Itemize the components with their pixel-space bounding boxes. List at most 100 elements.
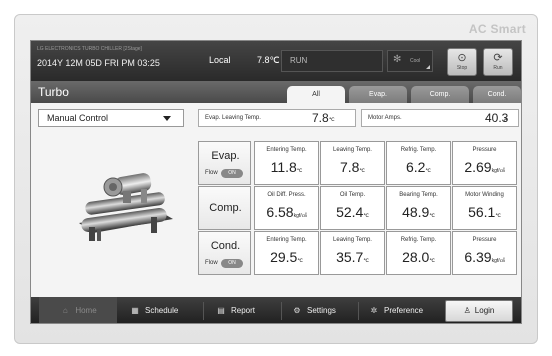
sensor-tile: Motor Winding 56.1℃ [452,186,517,230]
operation-mode-label: Cool [410,58,421,64]
comp-group-label[interactable]: Comp. [198,186,251,230]
settings-icon: ⚙ [293,306,301,315]
run-button[interactable]: ⟳ Run [483,48,513,76]
nav-report-label: Report [231,306,256,315]
chevron-down-icon [163,116,171,121]
sensor-unit: ℃ [363,258,369,264]
sensor-label: Refrig. Temp. [400,147,437,153]
readout-unit: ℃ [329,117,335,123]
sensor-reading: 2.69kgf/㎠ [453,159,516,177]
flow-label: Flow [205,260,218,266]
sensor-label: Entering Temp. [266,147,307,153]
group-name: Cond. [210,240,241,252]
flow-label: Flow [205,170,218,176]
sensor-label: Bearing Temp. [399,192,438,198]
corner-marker [426,65,430,69]
sensor-value: 29.5 [270,249,298,265]
nav-home-label: Home [75,306,97,315]
date-time: 2014Y 12M 05D FRI PM 03:25 [37,58,160,68]
gear-icon: ✲ [370,306,378,315]
sensor-value: 2.69 [464,159,492,175]
status-bar: LG ELECTRONICS TURBO CHILLER [2Stage] 20… [31,41,521,81]
sensor-label: Pressure [472,237,497,243]
sensor-value: 35.7 [336,249,364,265]
run-icon: ⟳ [493,52,503,64]
sensor-reading: 7.8℃ [321,159,384,177]
nav-preference[interactable]: ✲ Preference [368,297,424,323]
sensor-tile: Pressure 6.39kgf/㎠ [452,231,517,275]
tab-cond[interactable]: Cond. [473,86,521,103]
nav-home[interactable]: ⌂ Home [39,297,117,323]
sensor-tile: Oil Temp. 52.4℃ [320,186,385,230]
chiller-image [79,173,173,241]
sensor-label: Pressure [472,147,497,153]
sensor-label: Oil Diff. Press. [267,192,306,198]
sensor-reading: 48.9℃ [387,204,450,222]
flow-status-toggle: ON [221,259,243,268]
sensor-unit: kgf/㎠ [293,213,307,219]
sensor-reading: 6.58kgf/㎠ [255,204,318,222]
sensor-unit: ℃ [297,258,303,264]
nav-report[interactable]: ▤ Report [215,297,256,323]
group-name: Evap. [211,150,240,162]
control-mode: Local [209,55,231,65]
sensor-tile: Refrig. Temp. 6.2℃ [386,141,451,185]
sensor-tile: Pressure 2.69kgf/㎠ [452,141,517,185]
run-state: RUN [290,56,308,65]
sensor-value: 7.8 [339,159,360,175]
motor-amps-readout: Motor Amps. 40.3 A [361,109,519,127]
sensor-reading: 6.39kgf/㎠ [453,249,516,267]
run-state-box: RUN [281,50,383,72]
sensor-value: 6.2 [405,159,426,175]
stop-button[interactable]: ⊙ Stop [447,48,477,76]
nav-schedule[interactable]: ▦ Schedule [129,297,179,323]
operation-mode[interactable]: ✻ Cool [387,50,433,72]
sensor-tile: Leaving Temp. 35.7℃ [320,231,385,275]
sensor-unit: ℃ [429,213,435,219]
cond-group-label[interactable]: Cond. Flow ON [198,231,251,275]
sensor-unit: ℃ [296,168,303,174]
sensor-value: 28.0 [402,249,430,265]
group-name: Comp. [209,202,242,214]
tab-comp[interactable]: Comp. [411,86,469,103]
evap-group-label[interactable]: Evap. Flow ON [198,141,251,185]
sensor-reading: 28.0℃ [387,249,450,267]
snowflake-icon: ✻ [393,54,402,65]
sensor-label: Refrig. Temp. [400,237,437,243]
nav-preference-label: Preference [384,306,424,315]
nav-settings[interactable]: ⚙ Settings [291,297,336,323]
evap-group: Evap. Flow ON Entering Temp. 11.8℃ Leavi… [198,141,520,185]
calendar-icon: ▦ [131,306,139,315]
login-button[interactable]: ♙ Login [445,300,513,322]
evap-leaving-temp-readout: Evap. Leaving Temp. 7.8 ℃ [198,109,356,127]
report-icon: ▤ [217,306,225,315]
sensor-value: 56.1 [468,204,496,220]
sensor-value: 6.39 [464,249,492,265]
sensor-unit: ℃ [363,213,369,219]
sensor-tile: Oil Diff. Press. 6.58kgf/㎠ [254,186,319,230]
sensor-unit: kgf/㎠ [491,168,505,174]
sensor-reading: 35.7℃ [321,249,384,267]
brand-logo: AC Smart [468,22,526,36]
sensor-tile: Bearing Temp. 48.9℃ [386,186,451,230]
user-icon: ♙ [463,306,471,315]
tab-all[interactable]: All [287,86,345,103]
nav-divider [281,302,282,320]
cond-group: Cond. Flow ON Entering Temp. 29.5℃ Leavi… [198,231,520,275]
sensor-value: 11.8 [270,159,297,175]
nav-divider [203,302,204,320]
page-title: Turbo [38,85,69,99]
sensor-reading: 11.8℃ [255,159,318,177]
nav-settings-label: Settings [307,306,336,315]
sensor-unit: ℃ [425,168,432,174]
home-icon: ⌂ [62,306,68,315]
sensor-unit: kgf/㎠ [491,258,505,264]
control-mode-dropdown[interactable]: Manual Control [38,109,184,127]
nav-schedule-label: Schedule [145,306,179,315]
readout-label: Motor Amps. [368,115,402,121]
tab-evap[interactable]: Evap. [349,86,407,103]
dropdown-value: Manual Control [47,113,109,123]
sensor-tile: Leaving Temp. 7.8℃ [320,141,385,185]
device-id: LG ELECTRONICS TURBO CHILLER [2Stage] [37,46,142,52]
outdoor-temp: 7.8℃ [257,55,280,65]
